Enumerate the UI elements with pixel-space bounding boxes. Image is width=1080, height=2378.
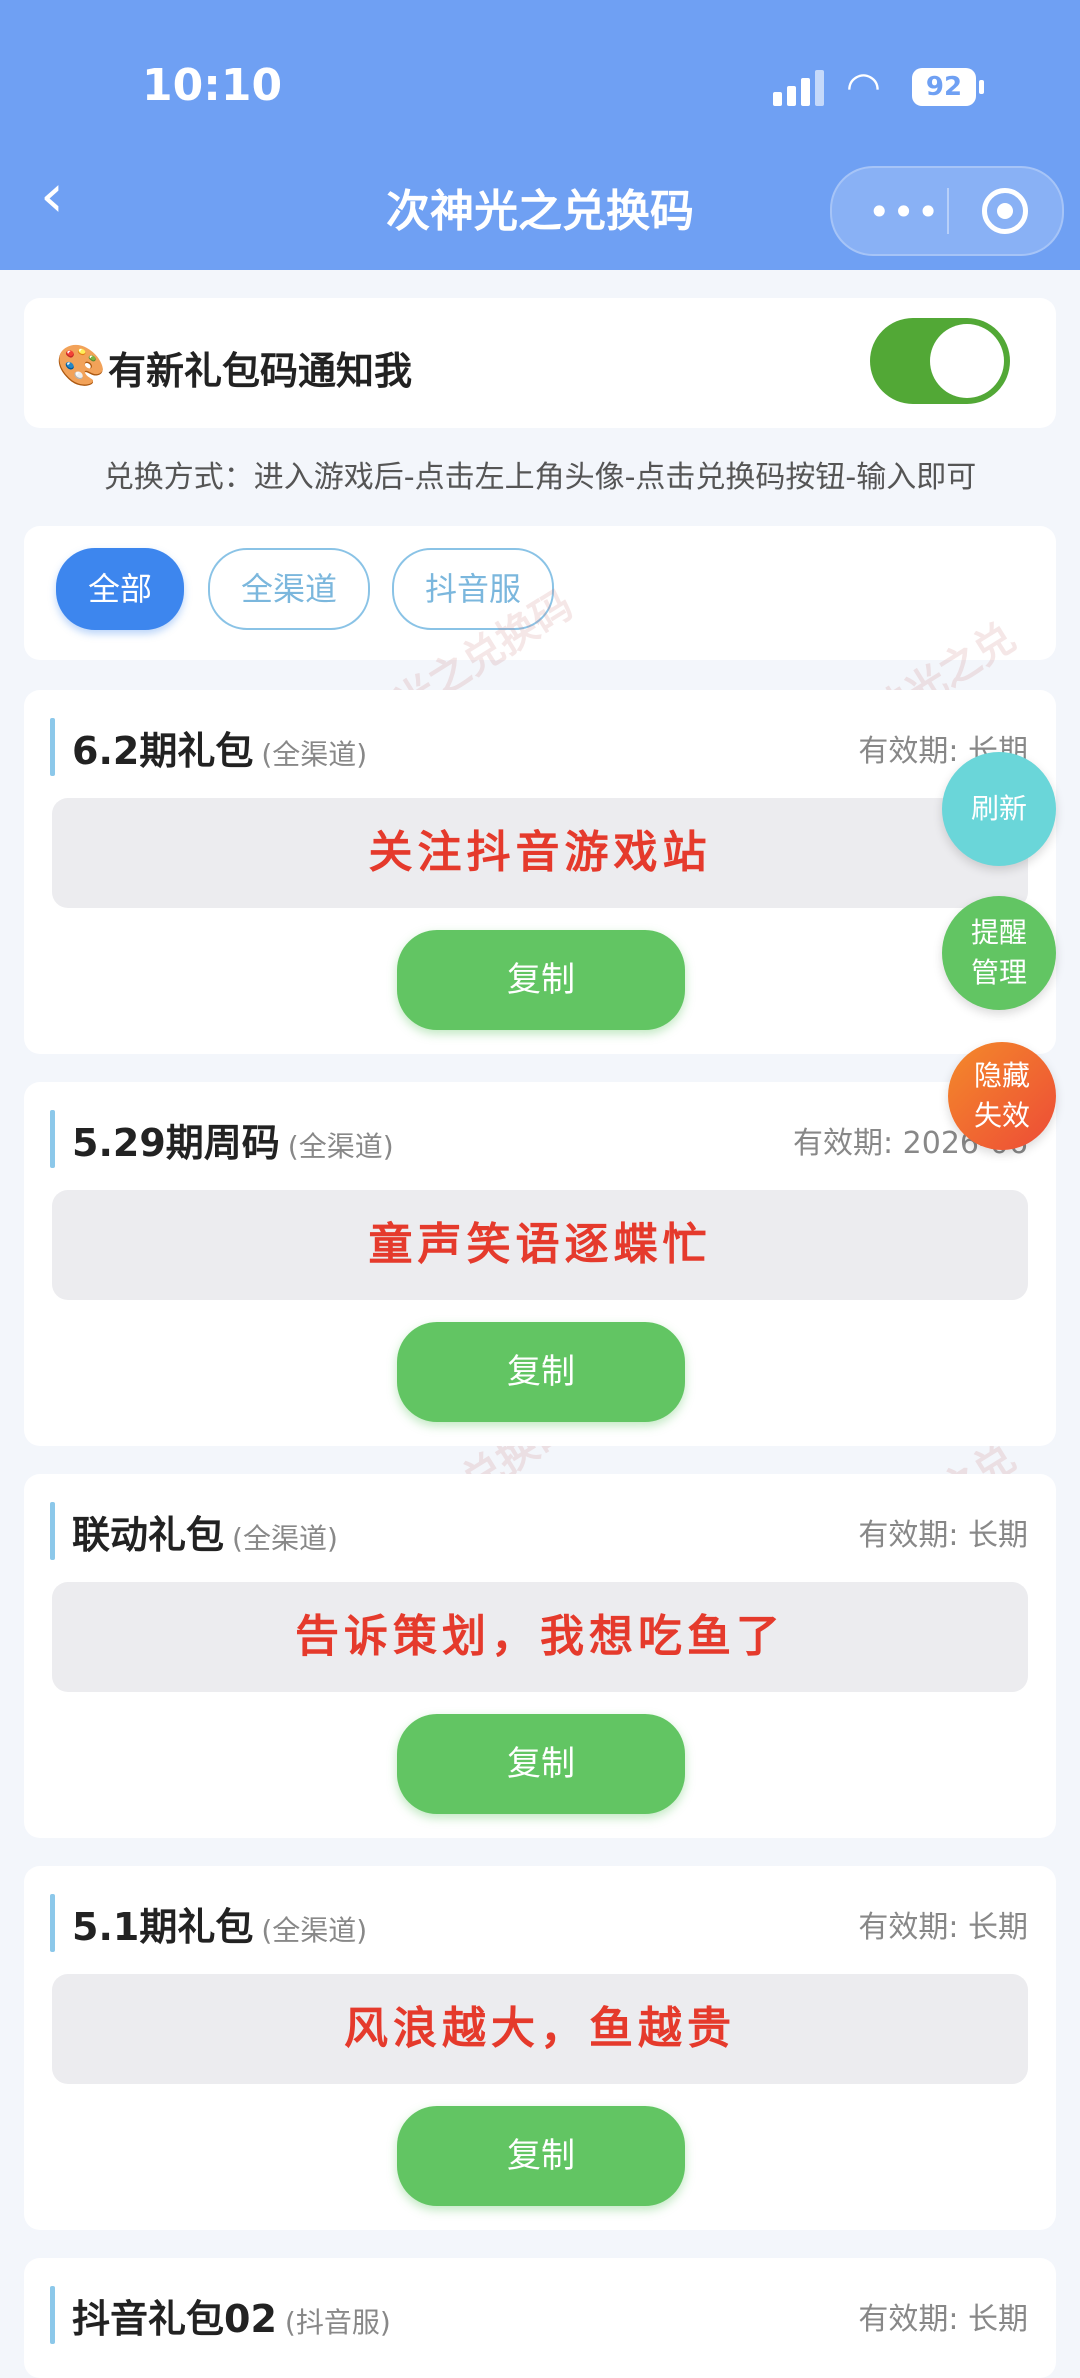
- copy-button[interactable]: 复制: [397, 1322, 685, 1422]
- filter-all-channels[interactable]: 全渠道: [208, 548, 370, 630]
- palette-icon: 🎨: [56, 343, 106, 389]
- gift-card: 抖音礼包02 (抖音服) 有效期: 长期: [24, 2258, 1056, 2378]
- gift-card: 联动礼包 (全渠道) 有效期: 长期 告诉策划，我想吃鱼了 复制: [24, 1474, 1056, 1838]
- card-accent: [50, 1894, 55, 1952]
- gift-card: 6.2期礼包 (全渠道) 有效期: 长期 关注抖音游戏站 复制: [24, 690, 1056, 1054]
- hide-label: 隐藏 失效: [973, 1059, 1030, 1132]
- reminder-label: 提醒 管理: [970, 916, 1027, 989]
- redeem-instructions: 兑换方式：进入游戏后-点击左上角头像-点击兑换码按钮-输入即可: [103, 460, 977, 495]
- status-time: 10:10: [142, 60, 283, 111]
- wifi-icon: ◠: [846, 64, 881, 110]
- gift-name: 5.1期礼包 (全渠道): [72, 1905, 368, 1949]
- gift-code: 告诉策划，我想吃鱼了: [52, 1582, 1028, 1692]
- gift-name: 6.2期礼包 (全渠道): [72, 729, 368, 773]
- battery-icon: 92: [912, 68, 984, 106]
- gift-name: 抖音礼包02 (抖音服): [72, 2297, 391, 2341]
- header-bar: 10:10 ◠ 92 ‹ 次神光之兑换码 •••: [0, 0, 1080, 270]
- gift-channel: (全渠道): [232, 1522, 338, 1555]
- notify-toggle[interactable]: [870, 318, 1010, 404]
- card-accent: [50, 718, 55, 776]
- gift-code: 风浪越大，鱼越贵: [52, 1974, 1028, 2084]
- filter-bar: 全部 全渠道 抖音服: [24, 526, 1056, 660]
- filter-douyin[interactable]: 抖音服: [392, 548, 554, 630]
- filter-all[interactable]: 全部: [56, 548, 184, 630]
- gift-code: 童声笑语逐蝶忙: [52, 1190, 1028, 1300]
- card-accent: [50, 1502, 55, 1560]
- notify-label: 有新礼包码通知我: [108, 349, 413, 393]
- more-icon[interactable]: •••: [868, 190, 941, 234]
- gift-name: 联动礼包 (全渠道): [72, 1513, 338, 1557]
- signal-icon: [773, 70, 825, 106]
- capsule-divider: [947, 188, 949, 234]
- refresh-label: 刷新: [970, 792, 1027, 825]
- gift-channel: (抖音服): [284, 2306, 391, 2339]
- hide-expired-button[interactable]: 隐藏 失效: [948, 1042, 1056, 1150]
- close-target-icon[interactable]: [982, 188, 1028, 234]
- gift-card: 5.29期周码 (全渠道) 有效期: 2026-06 童声笑语逐蝶忙 复制: [24, 1082, 1056, 1446]
- card-accent: [50, 1110, 55, 1168]
- gift-name: 5.29期周码 (全渠道): [72, 1121, 394, 1165]
- mini-program-capsule: •••: [830, 166, 1064, 256]
- gift-validity: 有效期: 长期: [858, 2302, 1028, 2337]
- gift-channel: (全渠道): [287, 1130, 394, 1163]
- gift-validity: 有效期: 长期: [858, 1910, 1028, 1945]
- gift-validity: 有效期: 长期: [858, 1518, 1028, 1553]
- card-accent: [50, 2286, 55, 2344]
- gift-code: 关注抖音游戏站: [52, 798, 1028, 908]
- copy-button[interactable]: 复制: [397, 1714, 685, 1814]
- gift-card: 5.1期礼包 (全渠道) 有效期: 长期 风浪越大，鱼越贵 复制: [24, 1866, 1056, 2230]
- refresh-button[interactable]: 刷新: [942, 752, 1056, 866]
- gift-channel: (全渠道): [261, 738, 368, 771]
- gift-channel: (全渠道): [261, 1914, 368, 1947]
- copy-button[interactable]: 复制: [397, 930, 685, 1030]
- toggle-knob: [930, 324, 1004, 398]
- reminder-manage-button[interactable]: 提醒 管理: [942, 896, 1056, 1010]
- notify-card: 🎨 有新礼包码通知我: [24, 298, 1056, 428]
- copy-button[interactable]: 复制: [397, 2106, 685, 2206]
